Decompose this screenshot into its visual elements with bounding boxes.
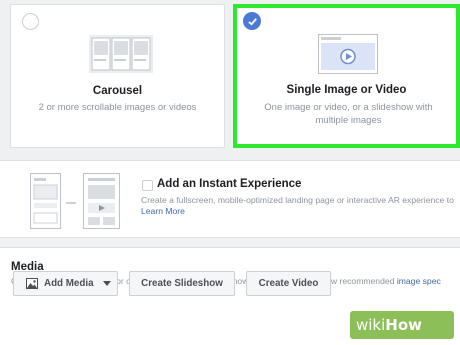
carousel-description: 2 or more scrollable images or videos (38, 102, 197, 113)
image-icon (26, 278, 38, 289)
create-video-button[interactable]: Create Video (246, 271, 331, 296)
instant-experience-checkbox[interactable] (142, 180, 153, 191)
single-image-description: One image or video, or a slideshow with … (264, 102, 433, 126)
learn-more-link[interactable]: Learn More (141, 206, 185, 216)
instant-experience-panel: Add an Instant Experience Create a fulls… (0, 160, 460, 238)
instant-experience-illustration-icon (30, 173, 120, 229)
single-image-title: Single Image or Video (286, 84, 407, 96)
single-image-or-video-format-card[interactable]: Single Image or Video One image or video… (233, 4, 460, 148)
ad-format-panel: Carousel 2 or more scrollable images or … (0, 0, 460, 160)
chevron-down-icon (102, 281, 111, 286)
single-image-radio-checked[interactable] (243, 12, 261, 30)
image-spec-link[interactable]: image spec (397, 276, 441, 286)
wikihow-watermark: wiki How (350, 311, 454, 339)
carousel-thumbnail-icon (89, 35, 153, 73)
carousel-radio[interactable] (22, 13, 39, 30)
watermark-wiki: wiki (356, 316, 386, 334)
single-image-thumbnail-icon (318, 34, 378, 74)
carousel-format-card[interactable]: Carousel 2 or more scrollable images or … (10, 4, 225, 148)
add-media-label: Add Media (44, 278, 94, 289)
instant-experience-description: Create a fullscreen, mobile-optimized la… (141, 195, 454, 205)
instant-experience-title: Add an Instant Experience (157, 178, 302, 190)
carousel-title: Carousel (92, 85, 143, 97)
checkmark-icon (247, 17, 257, 26)
add-media-button[interactable]: Add Media (13, 271, 118, 296)
watermark-how: How (385, 316, 423, 334)
create-slideshow-button[interactable]: Create Slideshow (129, 271, 235, 296)
